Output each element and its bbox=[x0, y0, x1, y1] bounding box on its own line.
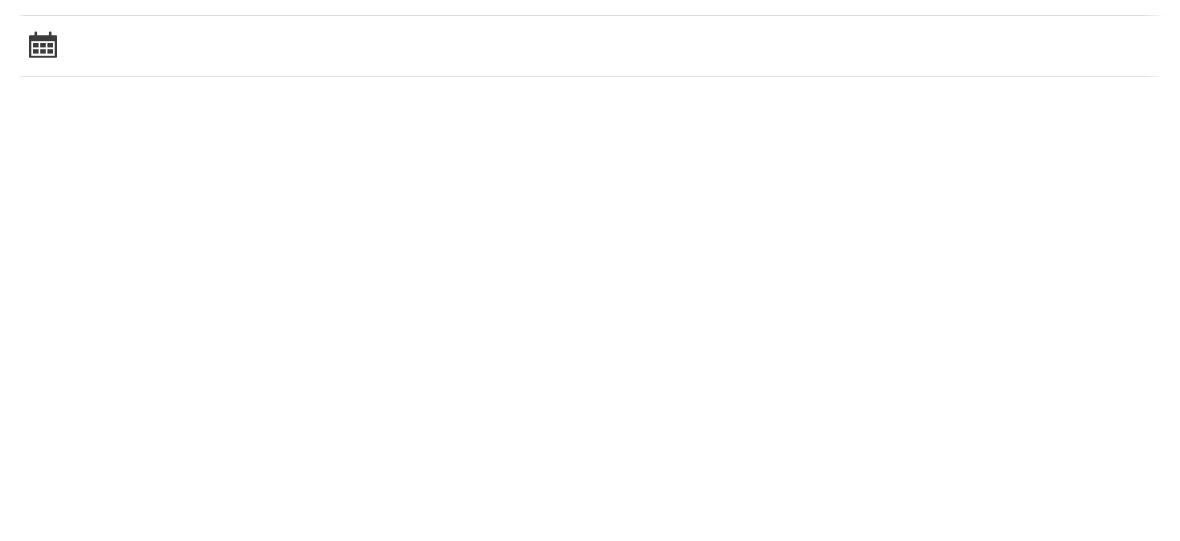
spec-label bbox=[77, 15, 449, 32]
game-spec-table bbox=[0, 0, 1180, 77]
spec-row bbox=[0, 15, 1180, 76]
spec-value bbox=[449, 15, 1180, 34]
calendar-icon bbox=[28, 15, 77, 61]
